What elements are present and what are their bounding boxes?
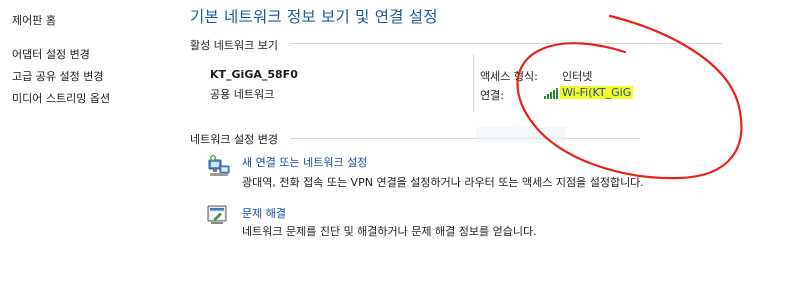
sidebar-item-adapter-settings[interactable]: 어댑터 설정 변경 xyxy=(12,46,90,62)
network-name: KT_GiGA_58F0 xyxy=(210,68,298,81)
sidebar-item-media-streaming[interactable]: 미디어 스트리밍 옵션 xyxy=(12,90,110,106)
control-panel-home-link[interactable]: 제어판 홈 xyxy=(12,12,56,28)
sidebar-item-advanced-sharing[interactable]: 고급 공유 설정 변경 xyxy=(12,68,103,84)
change-settings-header: 네트워크 설정 변경 xyxy=(190,133,278,146)
network-setup-icon xyxy=(207,154,231,178)
new-connection-link[interactable]: 새 연결 또는 네트워크 설정 xyxy=(242,154,367,170)
vertical-divider xyxy=(473,54,474,112)
network-category-link[interactable]: 공용 네트워크 xyxy=(210,86,274,102)
troubleshoot-link[interactable]: 문제 해결 xyxy=(242,205,286,221)
annotation-circle xyxy=(516,14,743,180)
active-networks-header: 활성 네트워크 보기 xyxy=(190,39,278,52)
troubleshoot-icon xyxy=(207,205,229,225)
troubleshoot-description: 네트워크 문제를 진단 및 해결하거나 문제 해결 정보를 얻습니다. xyxy=(242,225,537,238)
page-title: 기본 네트워크 정보 보기 및 연결 설정 xyxy=(190,8,438,26)
